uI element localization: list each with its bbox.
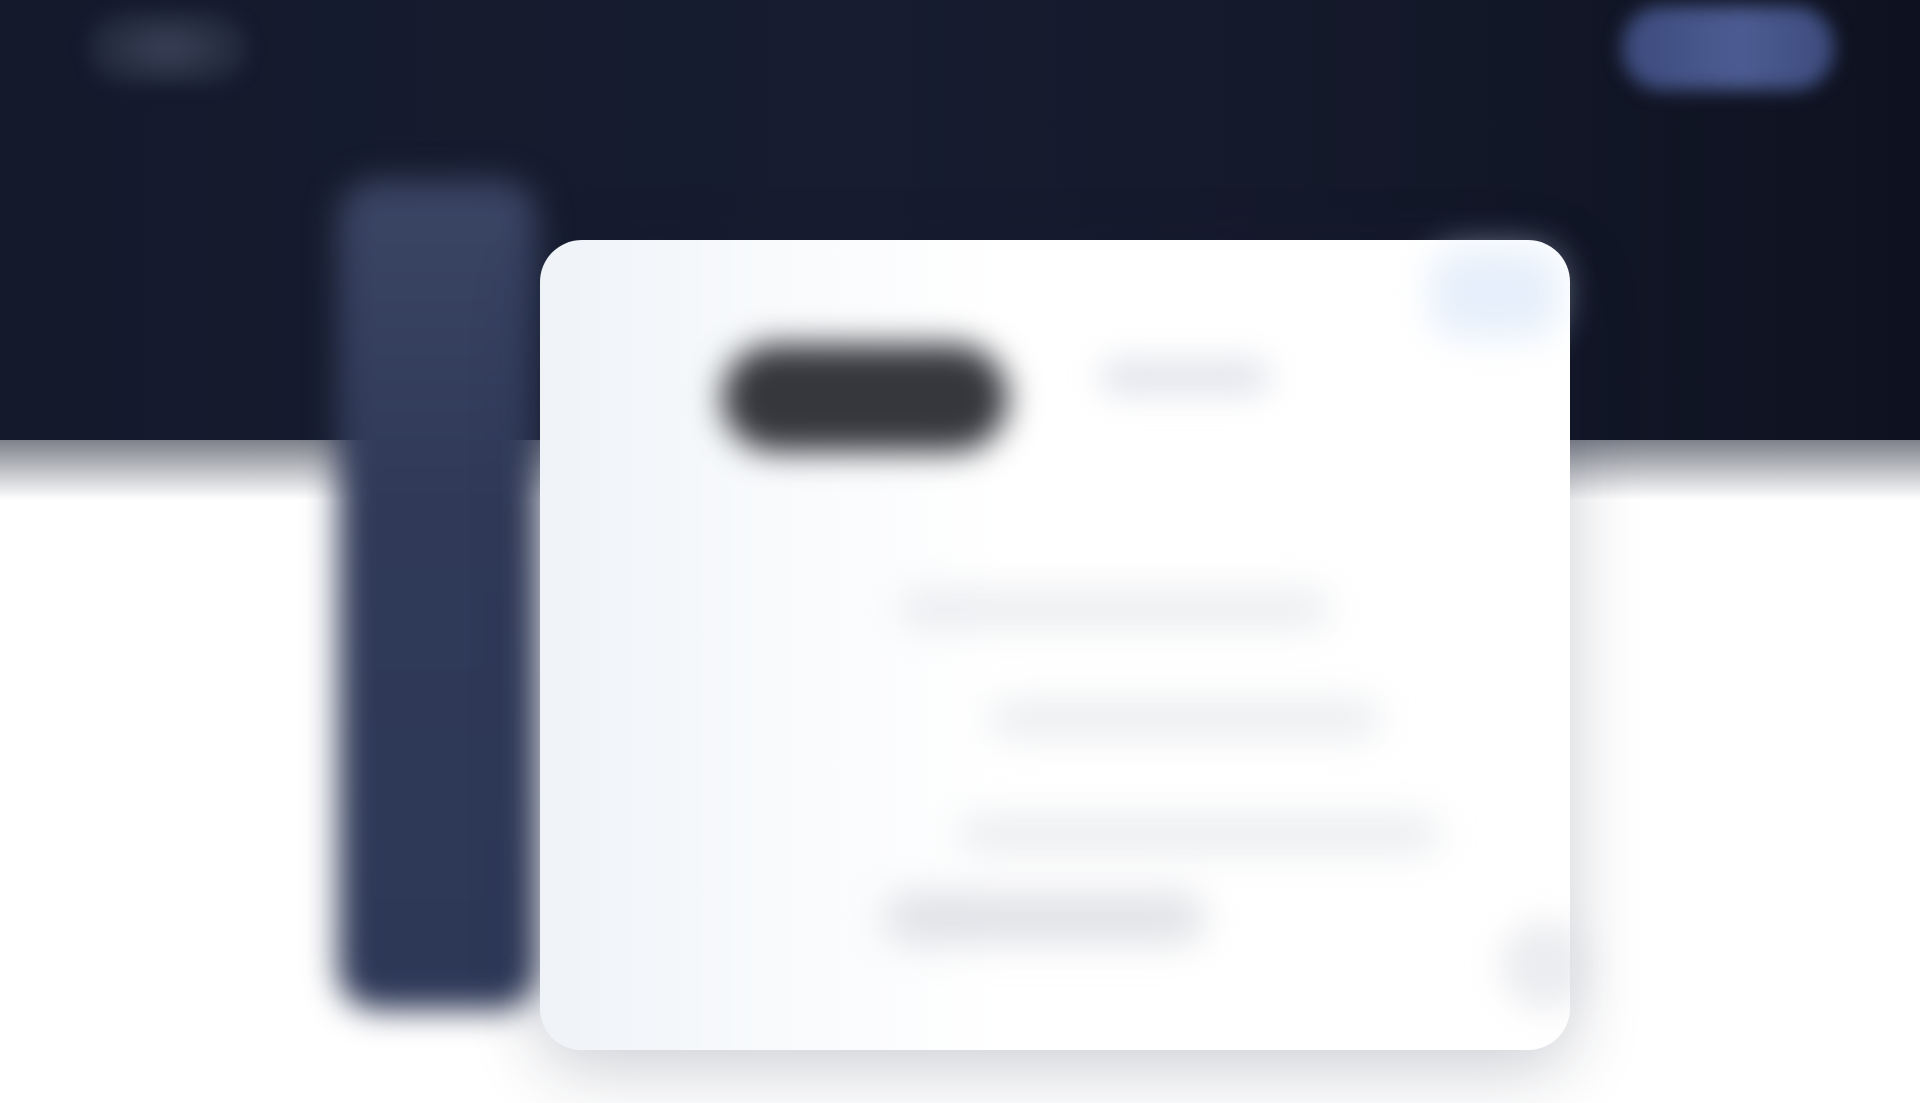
card-text-line: [900, 590, 1330, 628]
header-cta-button[interactable]: [1622, 6, 1834, 90]
card-text-line: [960, 815, 1440, 853]
card-footer-link[interactable]: [885, 892, 1205, 944]
card-top-accent: [1430, 248, 1560, 338]
page: brand-logo-icon: [0, 0, 1920, 1103]
corner-action-button[interactable]: [1500, 920, 1590, 1010]
side-panel: [338, 180, 538, 1010]
card-subheading: [1100, 360, 1270, 394]
card-heading: [722, 344, 1008, 452]
brand-logo-icon[interactable]: brand-logo-icon: [88, 10, 248, 86]
card-text-line: [990, 700, 1380, 738]
